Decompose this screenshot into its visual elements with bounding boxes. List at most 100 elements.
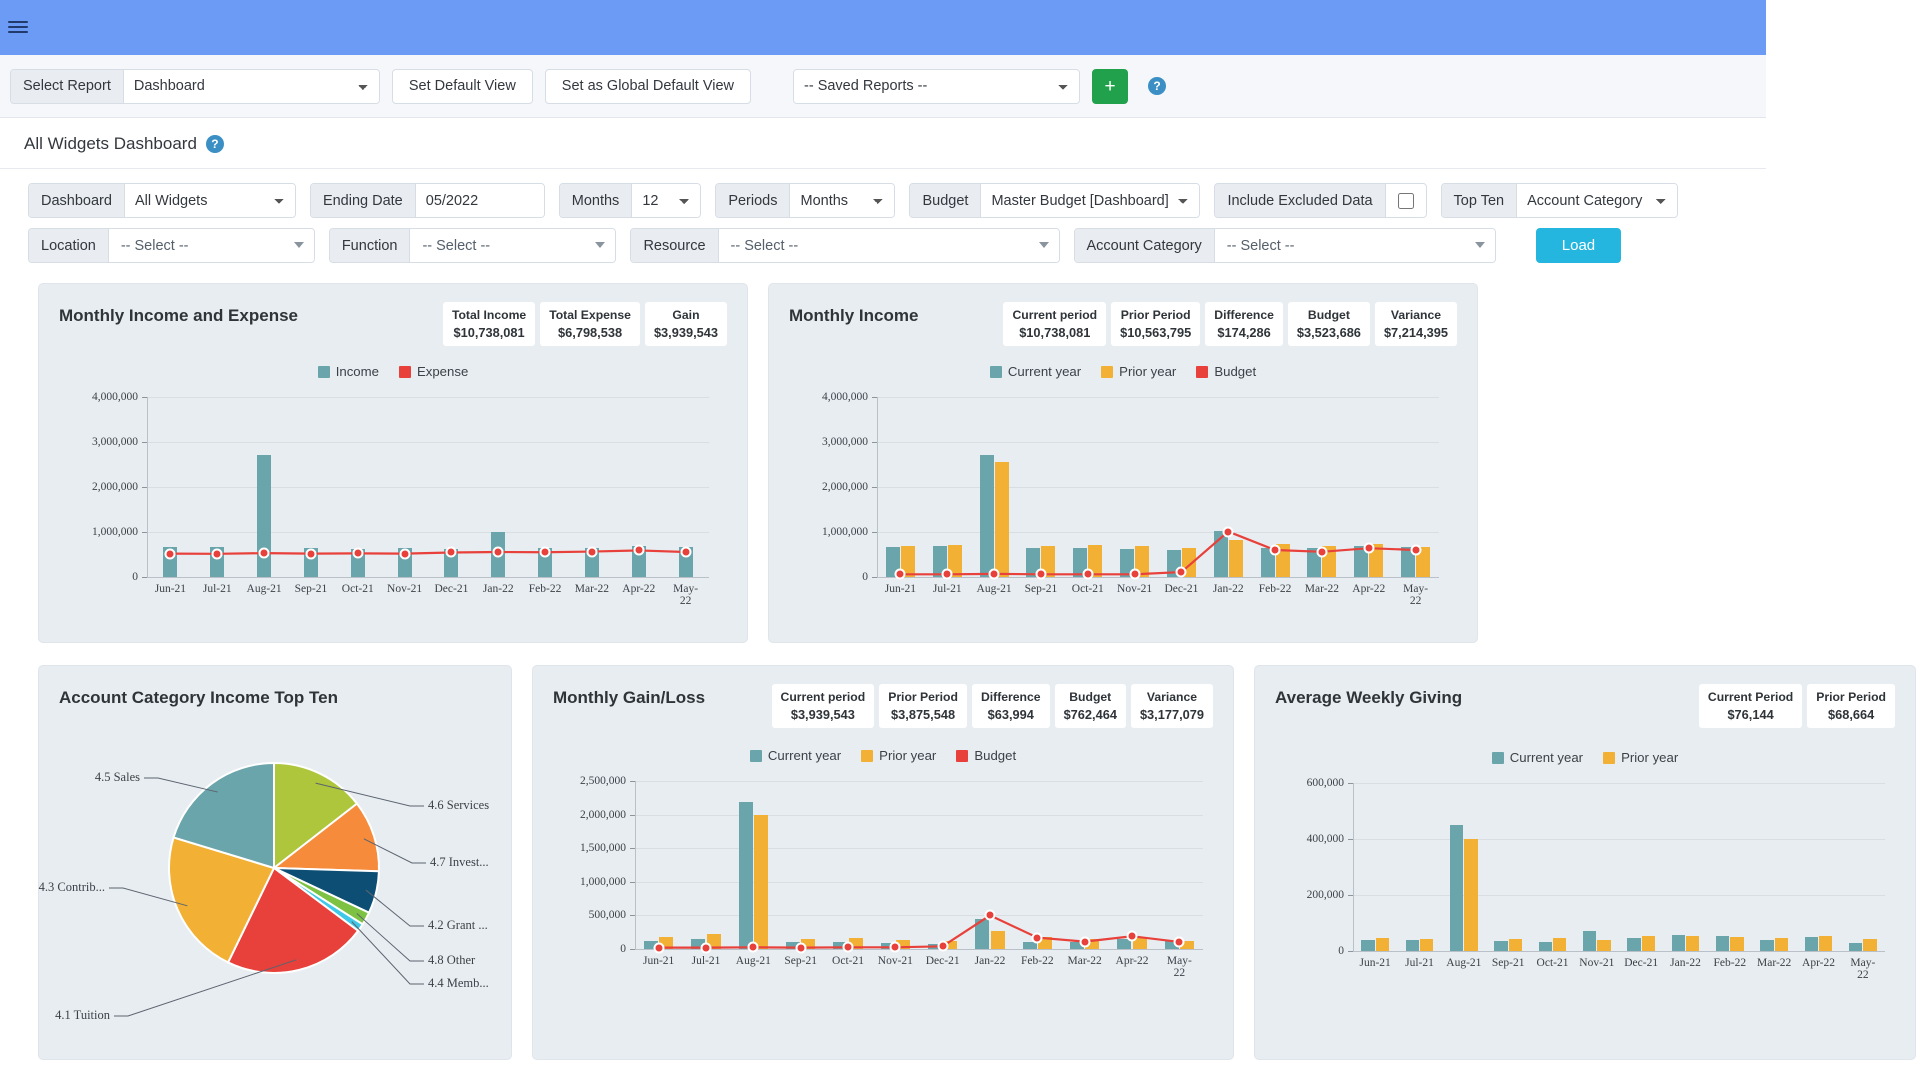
saved-reports-dropdown[interactable]: -- Saved Reports -- xyxy=(794,70,1079,103)
legend-label: Budget xyxy=(974,748,1016,763)
legend-item[interactable]: Current year xyxy=(1492,750,1583,765)
line-data-point[interactable] xyxy=(795,942,806,953)
panel-help-icon[interactable]: ? xyxy=(206,135,224,153)
kpi-value: $63,994 xyxy=(981,707,1041,722)
chevron-down-icon xyxy=(294,242,304,248)
line-data-point[interactable] xyxy=(1363,543,1374,554)
chart-bar[interactable] xyxy=(1642,936,1655,951)
chart-bar[interactable] xyxy=(1553,938,1566,951)
line-data-point[interactable] xyxy=(399,548,410,559)
help-icon[interactable]: ? xyxy=(1148,77,1166,95)
line-data-point[interactable] xyxy=(680,547,691,558)
line-data-point[interactable] xyxy=(1410,545,1421,556)
line-data-point[interactable] xyxy=(1035,569,1046,580)
budget-select[interactable]: Master Budget [Dashboard] xyxy=(981,184,1199,217)
legend-item[interactable]: Prior year xyxy=(1101,364,1176,379)
line-data-point[interactable] xyxy=(890,942,901,953)
line-data-point[interactable] xyxy=(493,547,504,558)
kpi-box: Budget$3,523,686 xyxy=(1288,302,1370,346)
line-data-point[interactable] xyxy=(1079,936,1090,947)
chart-bar[interactable] xyxy=(1627,938,1640,951)
add-saved-report-button[interactable]: + xyxy=(1092,69,1128,104)
chart-bar[interactable] xyxy=(1406,940,1419,951)
select-report-dropdown[interactable]: Dashboard xyxy=(124,70,379,103)
legend-item[interactable]: Prior year xyxy=(1603,750,1678,765)
include-excluded-data-checkbox[interactable] xyxy=(1398,193,1414,209)
line-data-point[interactable] xyxy=(1082,569,1093,580)
legend-item[interactable]: Current year xyxy=(990,364,1081,379)
months-select[interactable]: 12 xyxy=(632,184,700,217)
legend-item[interactable]: Current year xyxy=(750,748,841,763)
chart-bar[interactable] xyxy=(1420,939,1433,951)
chart-legend: Income Expense xyxy=(59,364,727,379)
chart-bar[interactable] xyxy=(1494,941,1507,951)
chart-bar[interactable] xyxy=(1849,943,1862,951)
chart-bar[interactable] xyxy=(1760,940,1773,951)
include-excluded-data-checkbox-wrap[interactable] xyxy=(1385,184,1426,217)
x-axis-tick-label: Apr-22 xyxy=(622,583,655,595)
line-data-point[interactable] xyxy=(1127,931,1138,942)
line-data-point[interactable] xyxy=(165,548,176,559)
line-data-point[interactable] xyxy=(895,569,906,580)
chart-bar[interactable] xyxy=(1450,825,1463,951)
ending-date-input[interactable] xyxy=(416,184,544,217)
line-data-point[interactable] xyxy=(942,569,953,580)
chart-bar[interactable] xyxy=(1597,940,1610,951)
line-data-point[interactable] xyxy=(633,545,644,556)
line-data-point[interactable] xyxy=(259,548,270,559)
line-data-point[interactable] xyxy=(352,548,363,559)
line-data-point[interactable] xyxy=(1223,526,1234,537)
line-data-point[interactable] xyxy=(989,568,1000,579)
line-data-point[interactable] xyxy=(701,942,712,953)
line-data-point[interactable] xyxy=(748,942,759,953)
chart-bar[interactable] xyxy=(1775,938,1788,951)
legend-item[interactable]: Expense xyxy=(399,364,468,379)
function-multiselect[interactable]: -- Select -- xyxy=(410,229,615,262)
line-data-point[interactable] xyxy=(1176,567,1187,578)
line-data-point[interactable] xyxy=(446,547,457,558)
chart-bar[interactable] xyxy=(1686,936,1699,951)
chart-bar[interactable] xyxy=(1863,939,1876,951)
chart-bar[interactable] xyxy=(1464,839,1477,951)
legend-item[interactable]: Prior year xyxy=(861,748,936,763)
line-data-point[interactable] xyxy=(212,548,223,559)
chart-bar[interactable] xyxy=(1716,936,1729,951)
chart-bar[interactable] xyxy=(1509,939,1522,951)
resource-filter: Resource -- Select -- xyxy=(630,228,1059,263)
line-data-point[interactable] xyxy=(1270,545,1281,556)
legend-item[interactable]: Budget xyxy=(1196,364,1256,379)
line-data-point[interactable] xyxy=(1174,936,1185,947)
line-data-point[interactable] xyxy=(1032,932,1043,943)
resource-multiselect[interactable]: -- Select -- xyxy=(719,229,1059,262)
line-data-point[interactable] xyxy=(843,942,854,953)
line-data-point[interactable] xyxy=(653,942,664,953)
periods-select[interactable]: Months xyxy=(790,184,894,217)
chart-bar[interactable] xyxy=(1376,938,1389,951)
chart-bar[interactable] xyxy=(1730,937,1743,951)
top-ten-select[interactable]: Account Category xyxy=(1517,184,1677,217)
periods-label: Periods xyxy=(716,184,790,217)
dashboard-filter-select[interactable]: All Widgets xyxy=(125,184,295,217)
chart-bar[interactable] xyxy=(1672,935,1685,951)
line-data-point[interactable] xyxy=(1129,569,1140,580)
account-category-multiselect[interactable]: -- Select -- xyxy=(1215,229,1495,262)
chart-bar[interactable] xyxy=(1805,937,1818,951)
hamburger-icon[interactable] xyxy=(8,18,28,36)
line-data-point[interactable] xyxy=(586,546,597,557)
set-global-default-view-button[interactable]: Set as Global Default View xyxy=(545,69,751,104)
chart-bar[interactable] xyxy=(1539,942,1552,951)
line-data-point[interactable] xyxy=(305,548,316,559)
chart-bar[interactable] xyxy=(1361,940,1374,951)
location-multiselect[interactable]: -- Select -- xyxy=(109,229,314,262)
line-data-point[interactable] xyxy=(985,910,996,921)
line-data-point[interactable] xyxy=(540,547,551,558)
load-button[interactable]: Load xyxy=(1536,228,1621,263)
chart-bar[interactable] xyxy=(1583,931,1596,951)
chart-bar[interactable] xyxy=(1819,936,1832,951)
line-data-point[interactable] xyxy=(1316,546,1327,557)
legend-item[interactable]: Budget xyxy=(956,748,1016,763)
set-default-view-button[interactable]: Set Default View xyxy=(392,69,533,104)
kpi-value: $76,144 xyxy=(1708,707,1793,722)
line-data-point[interactable] xyxy=(937,941,948,952)
legend-item[interactable]: Income xyxy=(318,364,379,379)
